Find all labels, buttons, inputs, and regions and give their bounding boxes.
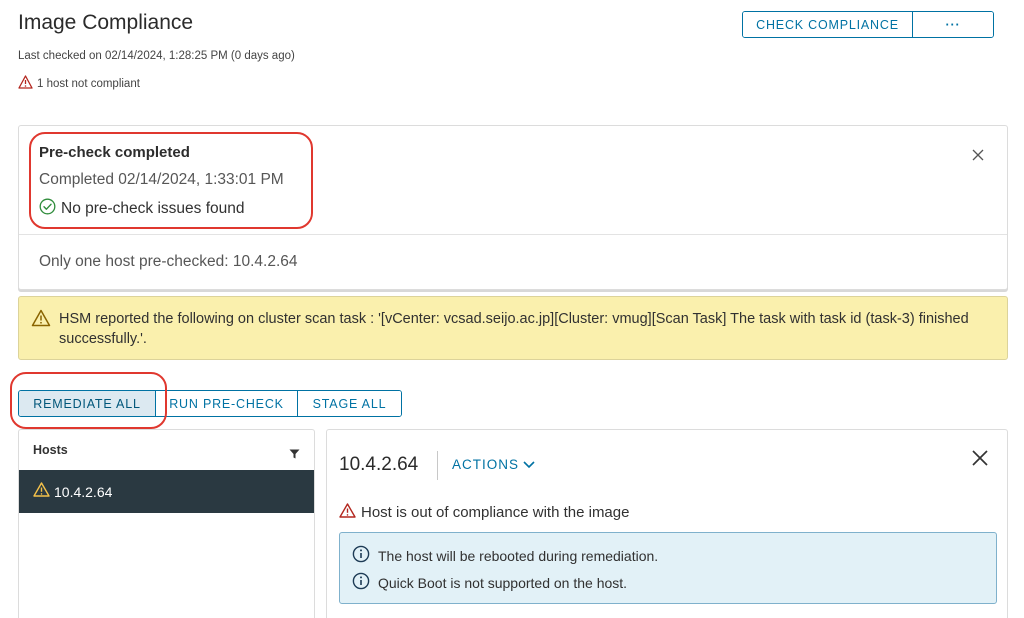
info-line-label: The host will be rebooted during remedia…	[378, 547, 659, 564]
run-precheck-button[interactable]: RUN PRE-CHECK	[156, 391, 298, 416]
detail-host-title: 10.4.2.64	[339, 454, 419, 475]
info-circle-icon	[352, 545, 370, 566]
check-circle-icon	[39, 198, 56, 220]
warning-alert: HSM reported the following on cluster sc…	[18, 296, 1008, 360]
detail-header-divider	[437, 451, 438, 480]
filter-icon[interactable]	[289, 446, 300, 464]
stage-all-button[interactable]: STAGE ALL	[298, 391, 401, 416]
precheck-title: Pre-check completed	[39, 144, 190, 161]
info-circle-icon	[352, 572, 370, 593]
warning-triangle-icon	[33, 481, 50, 502]
host-list-item-label: 10.4.2.64	[54, 483, 113, 500]
precheck-result-label: No pre-check issues found	[61, 200, 245, 217]
warning-triangle-icon	[31, 309, 51, 332]
warning-triangle-icon	[339, 503, 356, 522]
host-detail-panel: 10.4.2.64 ACTIONS Host is out of complia…	[326, 429, 1008, 618]
check-compliance-button[interactable]: CHECK COMPLIANCE	[743, 12, 913, 37]
hosts-header: Hosts	[33, 443, 68, 457]
last-checked-text: Last checked on 02/14/2024, 1:28:25 PM (…	[18, 50, 295, 62]
info-line-label: Quick Boot is not supported on the host.	[378, 574, 628, 591]
compliance-button-group: CHECK COMPLIANCE ···	[742, 11, 994, 38]
more-options-button[interactable]: ···	[913, 12, 993, 37]
host-compliance-detail-label: Host is out of compliance with the image	[361, 504, 630, 521]
info-line: The host will be rebooted during remedia…	[352, 545, 658, 566]
info-alert: The host will be rebooted during remedia…	[339, 532, 997, 604]
remediate-all-button[interactable]: REMEDIATE ALL	[19, 391, 156, 416]
host-status-label: 1 host not compliant	[37, 77, 140, 90]
host-compliance-status: 1 host not compliant	[18, 75, 140, 92]
precheck-completed-time: Completed 02/14/2024, 1:33:01 PM	[39, 171, 284, 188]
alert-message: HSM reported the following on cluster sc…	[59, 311, 969, 347]
remediation-action-bar: REMEDIATE ALL RUN PRE-CHECK STAGE ALL	[18, 390, 402, 417]
precheck-result: No pre-check issues found	[39, 198, 245, 220]
chevron-down-icon	[523, 457, 535, 472]
host-compliance-detail: Host is out of compliance with the image	[339, 503, 629, 522]
host-list-item[interactable]: 10.4.2.64	[19, 470, 314, 513]
page-title: Image Compliance	[18, 11, 194, 34]
close-icon[interactable]	[971, 449, 989, 472]
card-divider	[19, 234, 1007, 235]
precheck-footer: Only one host pre-checked: 10.4.2.64	[39, 253, 298, 270]
close-icon[interactable]	[971, 148, 985, 162]
precheck-card: Pre-check completed Completed 02/14/2024…	[18, 125, 1008, 290]
actions-label: ACTIONS	[452, 457, 520, 472]
info-line: Quick Boot is not supported on the host.	[352, 572, 627, 593]
actions-dropdown-button[interactable]: ACTIONS	[452, 457, 535, 472]
hosts-panel: Hosts 10.4.2.64	[18, 429, 315, 618]
warning-triangle-icon	[18, 75, 33, 92]
